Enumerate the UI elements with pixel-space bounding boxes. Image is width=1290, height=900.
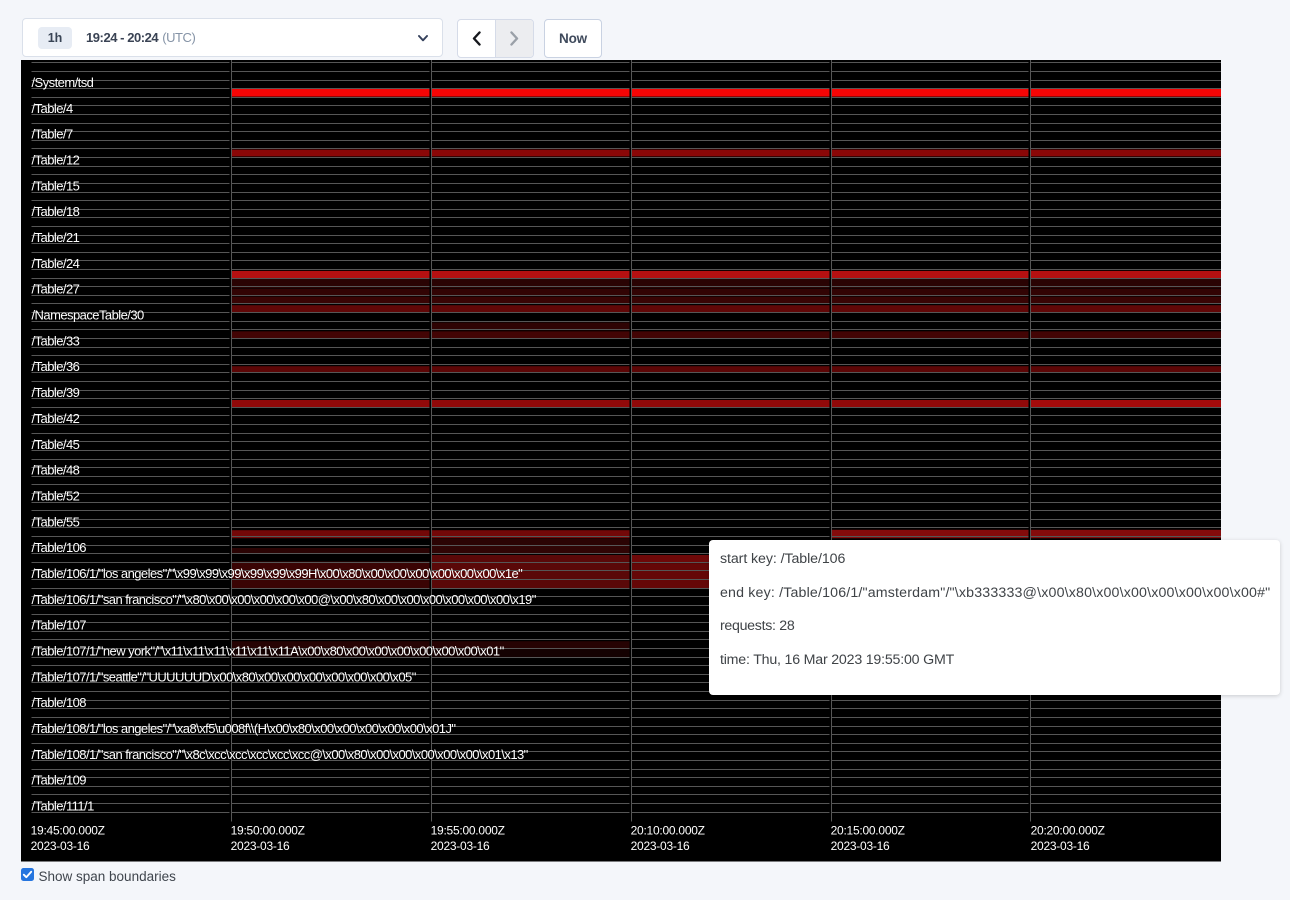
svg-text:/Table/106: /Table/106 <box>32 540 87 555</box>
svg-text:/Table/24: /Table/24 <box>32 256 80 271</box>
svg-text:/Table/18: /Table/18 <box>32 204 80 219</box>
svg-text:/Table/15: /Table/15 <box>32 178 80 193</box>
svg-text:/Table/109: /Table/109 <box>32 773 87 788</box>
svg-text:/NamespaceTable/30: /NamespaceTable/30 <box>32 308 145 323</box>
svg-text:20:15:00.000Z: 20:15:00.000Z <box>831 824 905 838</box>
svg-text:/Table/12: /Table/12 <box>32 153 80 168</box>
svg-text:/Table/7: /Table/7 <box>32 127 73 142</box>
svg-text:/Table/4: /Table/4 <box>32 101 73 116</box>
svg-text:/Table/21: /Table/21 <box>32 230 80 245</box>
svg-text:/Table/52: /Table/52 <box>32 488 80 503</box>
svg-text:/Table/33: /Table/33 <box>32 333 80 348</box>
svg-text:/Table/27: /Table/27 <box>32 282 80 297</box>
svg-text:2023-03-16: 2023-03-16 <box>31 839 90 853</box>
svg-text:2023-03-16: 2023-03-16 <box>1031 839 1090 853</box>
svg-text:/Table/42: /Table/42 <box>32 411 80 426</box>
svg-text:/Table/108: /Table/108 <box>32 695 87 710</box>
svg-text:2023-03-16: 2023-03-16 <box>631 839 690 853</box>
svg-text:/Table/107/1/"seattle"/"UUUUUU: /Table/107/1/"seattle"/"UUUUUUD\x00\x80\… <box>32 669 417 684</box>
svg-text:2023-03-16: 2023-03-16 <box>431 839 490 853</box>
svg-text:/Table/111/1: /Table/111/1 <box>32 798 95 813</box>
svg-text:/Table/48: /Table/48 <box>32 463 80 478</box>
svg-text:/Table/106/1/"los angeles"/"\x: /Table/106/1/"los angeles"/"\x99\x99\x99… <box>32 566 524 581</box>
svg-text:20:20:00.000Z: 20:20:00.000Z <box>1031 824 1105 838</box>
svg-text:19:45:00.000Z: 19:45:00.000Z <box>31 824 105 838</box>
svg-text:2023-03-16: 2023-03-16 <box>831 839 890 853</box>
svg-text:19:50:00.000Z: 19:50:00.000Z <box>231 824 305 838</box>
svg-text:/Table/107/1/"new york"/"\x11\: /Table/107/1/"new york"/"\x11\x11\x11\x1… <box>32 643 505 658</box>
svg-text:2023-03-16: 2023-03-16 <box>231 839 290 853</box>
svg-text:/Table/108/1/"los angeles"/"\x: /Table/108/1/"los angeles"/"\xa8\xf5\u00… <box>32 721 457 736</box>
svg-text:/System/tsd: /System/tsd <box>32 75 94 90</box>
svg-text:/Table/108/1/"san francisco"/": /Table/108/1/"san francisco"/"\x8c\xcc\x… <box>32 747 529 762</box>
svg-text:/Table/55: /Table/55 <box>32 514 80 529</box>
svg-text:/Table/106/1/"san francisco"/": /Table/106/1/"san francisco"/"\x80\x00\x… <box>32 592 537 607</box>
svg-text:/Table/36: /Table/36 <box>32 359 80 374</box>
svg-text:20:10:00.000Z: 20:10:00.000Z <box>631 824 705 838</box>
svg-text:/Table/107: /Table/107 <box>32 618 87 633</box>
svg-text:19:55:00.000Z: 19:55:00.000Z <box>431 824 505 838</box>
svg-text:/Table/45: /Table/45 <box>32 437 80 452</box>
svg-text:/Table/39: /Table/39 <box>32 385 80 400</box>
